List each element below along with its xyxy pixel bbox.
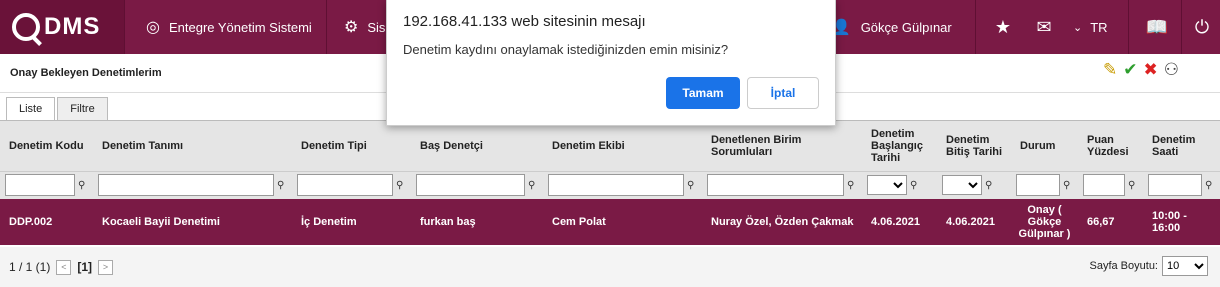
cell-end: 4.06.2021 bbox=[937, 199, 1011, 245]
logo-text: DMS bbox=[44, 13, 101, 40]
filter-pin-icon[interactable]: ⚲ bbox=[1205, 180, 1217, 191]
cell-time: 10:00 - 16:00 bbox=[1143, 199, 1220, 245]
filter-team-input[interactable] bbox=[548, 174, 684, 197]
pager: 1 / 1 (1) < [1] > Sayfa Boyutu: 10 bbox=[0, 247, 1220, 287]
cell-score: 66,67 bbox=[1078, 199, 1143, 245]
col-header-score[interactable]: Puan Yüzdesi bbox=[1078, 121, 1143, 171]
mail-icon[interactable]: ✉ bbox=[1030, 0, 1058, 54]
page-size: Sayfa Boyutu: 10 bbox=[1089, 256, 1208, 276]
col-header-time[interactable]: Denetim Saati bbox=[1143, 121, 1220, 171]
col-header-resp[interactable]: Denetlenen Birim Sorumluları bbox=[702, 121, 862, 171]
filter-pin-icon[interactable]: ⚲ bbox=[1063, 180, 1075, 191]
header-row: Denetim Kodu Denetim Tanımı Denetim Tipi… bbox=[0, 121, 1220, 171]
filter-resp-input[interactable] bbox=[707, 174, 844, 197]
filter-code-input[interactable] bbox=[5, 174, 75, 197]
nav-divider bbox=[124, 0, 125, 54]
nav-divider bbox=[1181, 0, 1182, 54]
approve-check-icon[interactable]: ✔ bbox=[1123, 60, 1137, 80]
table-row[interactable]: DDP.002 Kocaeli Bayii Denetimi İç Deneti… bbox=[0, 199, 1220, 245]
filter-score-input[interactable] bbox=[1083, 174, 1125, 197]
cell-lead: furkan baş bbox=[411, 199, 543, 245]
filter-row: ⚲ ⚲ ⚲ ⚲ ⚲ ⚲ ⚲ ⚲ ⚲ ⚲ ⚲ bbox=[0, 170, 1220, 199]
filter-name-input[interactable] bbox=[98, 174, 274, 197]
language-selector[interactable]: ⌄ TR bbox=[1073, 0, 1108, 54]
dialog-message: Denetim kaydını onaylamak istediğinizden… bbox=[403, 42, 729, 57]
page-size-select[interactable]: 10 bbox=[1162, 256, 1208, 276]
book-icon[interactable]: 📖 bbox=[1142, 0, 1172, 54]
page-size-label: Sayfa Boyutu: bbox=[1089, 260, 1159, 272]
filter-pin-icon[interactable]: ⚲ bbox=[396, 180, 408, 191]
nav-divider bbox=[326, 0, 327, 54]
tab-bar: Liste Filtre bbox=[6, 97, 110, 120]
tab-filter[interactable]: Filtre bbox=[57, 97, 108, 120]
col-header-team[interactable]: Denetim Ekibi bbox=[543, 121, 702, 171]
ok-button[interactable]: Tamam bbox=[666, 77, 740, 109]
cancel-button[interactable]: İptal bbox=[747, 77, 819, 109]
nav-integrated-label: Entegre Yönetim Sistemi bbox=[168, 19, 312, 35]
col-header-end[interactable]: Denetim Bitiş Tarihi bbox=[937, 121, 1011, 171]
cell-status: Onay ( Gökçe Gülpınar ) bbox=[1011, 199, 1078, 245]
binoculars-icon[interactable]: ⚇ bbox=[1164, 60, 1179, 80]
user-menu[interactable]: 👤 Gökçe Gülpınar bbox=[832, 0, 952, 54]
cell-name: Kocaeli Bayii Denetimi bbox=[93, 199, 292, 245]
cell-resp: Nuray Özel, Özden Çakmak bbox=[702, 199, 862, 245]
filter-pin-icon[interactable]: ⚲ bbox=[1128, 180, 1140, 191]
filter-pin-icon[interactable]: ⚲ bbox=[847, 180, 859, 191]
reject-x-icon[interactable]: ✖ bbox=[1144, 60, 1158, 80]
cell-code: DDP.002 bbox=[0, 199, 93, 245]
nav-divider bbox=[975, 0, 976, 54]
filter-lead-input[interactable] bbox=[416, 174, 525, 197]
prev-page-button[interactable]: < bbox=[56, 259, 72, 275]
confirm-dialog: 192.168.41.133 web sitesinin mesajı Dene… bbox=[386, 0, 836, 126]
star-icon[interactable]: ★ bbox=[990, 0, 1016, 54]
panel-title: Onay Bekleyen Denetimlerim bbox=[10, 67, 162, 79]
gear-icon: ⚙ bbox=[344, 19, 359, 36]
col-header-name[interactable]: Denetim Tanımı bbox=[93, 121, 292, 171]
logo[interactable]: DMS bbox=[0, 0, 124, 54]
filter-pin-icon[interactable]: ⚲ bbox=[78, 180, 90, 191]
filter-pin-icon[interactable]: ⚲ bbox=[277, 180, 289, 191]
cell-team: Cem Polat bbox=[543, 199, 702, 245]
chevron-down-icon: ⌄ bbox=[1073, 21, 1083, 34]
cell-type: İç Denetim bbox=[292, 199, 411, 245]
filter-pin-icon[interactable]: ⚲ bbox=[985, 180, 997, 191]
nav-system-label: Sis bbox=[367, 19, 386, 35]
toolbar: ✎ ✔ ✖ ⚇ bbox=[1103, 60, 1179, 80]
current-page[interactable]: [1] bbox=[77, 260, 92, 274]
tab-list[interactable]: Liste bbox=[6, 97, 56, 120]
filter-pin-icon[interactable]: ⚲ bbox=[687, 180, 699, 191]
page-info: 1 / 1 (1) bbox=[9, 260, 51, 274]
filter-status-input[interactable] bbox=[1016, 174, 1060, 197]
dialog-title: 192.168.41.133 web sitesinin mesajı bbox=[403, 13, 646, 30]
circle-target-icon: ◎ bbox=[146, 19, 160, 36]
next-page-button[interactable]: > bbox=[98, 259, 114, 275]
col-header-code[interactable]: Denetim Kodu bbox=[0, 121, 93, 171]
nav-system[interactable]: ⚙ Sis bbox=[344, 0, 385, 54]
logo-q-icon bbox=[12, 13, 40, 41]
col-header-start[interactable]: Denetim Başlangıç Tarihi bbox=[862, 121, 937, 171]
cell-start: 4.06.2021 bbox=[862, 199, 937, 245]
power-icon[interactable]: ⏻ bbox=[1188, 0, 1216, 54]
filter-pin-icon[interactable]: ⚲ bbox=[528, 180, 540, 191]
col-header-status[interactable]: Durum bbox=[1011, 121, 1078, 171]
user-name: Gökçe Gülpınar bbox=[860, 19, 952, 35]
filter-type-input[interactable] bbox=[297, 174, 393, 197]
filter-time-input[interactable] bbox=[1148, 174, 1202, 197]
col-header-type[interactable]: Denetim Tipi bbox=[292, 121, 411, 171]
edit-icon[interactable]: ✎ bbox=[1103, 60, 1117, 80]
filter-start-select[interactable] bbox=[867, 175, 907, 196]
nav-divider bbox=[1128, 0, 1129, 54]
filter-pin-icon[interactable]: ⚲ bbox=[910, 180, 922, 191]
col-header-lead[interactable]: Baş Denetçi bbox=[411, 121, 543, 171]
filter-end-select[interactable] bbox=[942, 175, 982, 196]
language-label: TR bbox=[1090, 19, 1108, 35]
nav-integrated-system[interactable]: ◎ Entegre Yönetim Sistemi bbox=[146, 0, 312, 54]
